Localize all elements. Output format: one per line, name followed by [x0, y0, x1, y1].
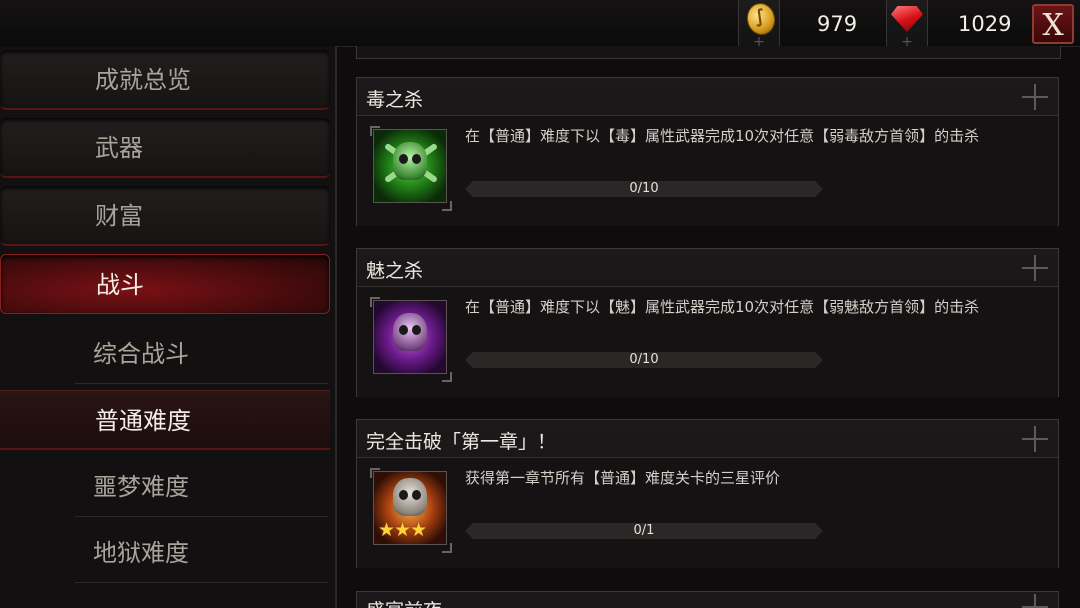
three-stars-icon: ★★★	[378, 519, 427, 541]
achievement-description: 在【普通】难度下以【毒】属性武器完成10次对任意【弱毒敌方首领】的击杀	[465, 127, 980, 145]
sidebar-subitem-normal-difficulty[interactable]: 普通难度	[0, 390, 330, 450]
achievement-description: 获得第一章节所有【普通】难度关卡的三星评价	[465, 469, 781, 487]
sidebar-subitem-hell-difficulty[interactable]: 地狱难度	[75, 523, 328, 583]
gold-amount: 979	[817, 12, 858, 36]
plus-icon	[1022, 84, 1048, 110]
previous-card-edge	[356, 46, 1061, 59]
plus-icon	[1022, 594, 1048, 608]
red-gem-icon	[891, 6, 923, 32]
progress-bar: 0/10	[465, 352, 823, 368]
achievement-card[interactable]: 完全击破「第一章」！ ★★★ 获得第一章节所有【普通】难度关卡的三星评价 0/1	[356, 419, 1059, 568]
three-star-skull-icon: ★★★	[373, 471, 447, 545]
gold-coin-icon	[743, 0, 779, 38]
close-button[interactable]: X	[1032, 4, 1074, 44]
sidebar-subitem-nightmare-difficulty[interactable]: 噩梦难度	[75, 457, 328, 517]
achievement-card-partial[interactable]: 盛宴前夜	[356, 591, 1059, 608]
plus-icon	[1022, 255, 1048, 281]
progress-bar: 0/10	[465, 181, 823, 197]
sidebar-subitem-general-combat[interactable]: 综合战斗	[75, 324, 328, 384]
progress-bar: 0/1	[465, 523, 823, 539]
progress-label: 0/10	[629, 181, 659, 196]
gems-amount: 1029	[958, 12, 1012, 36]
achievement-body: 在【普通】难度下以【魅】属性武器完成10次对任意【弱魅敌方首领】的击杀 0/10	[357, 286, 1058, 397]
sidebar-item-weapons[interactable]: 武器	[0, 118, 330, 178]
progress-label: 0/10	[629, 352, 659, 367]
achievement-title: 魅之杀	[366, 260, 424, 282]
charm-skull-icon	[373, 300, 447, 374]
sidebar-item-combat[interactable]: 战斗	[0, 254, 330, 314]
frame-corner	[442, 543, 452, 553]
top-bar: + 979 + 1029 X	[0, 0, 1080, 57]
achievement-title: 完全击破「第一章」！	[366, 431, 557, 453]
sidebar-item-overview[interactable]: 成就总览	[0, 50, 330, 110]
achievement-title: 盛宴前夜	[366, 596, 442, 608]
plus-icon	[1022, 426, 1048, 452]
achievement-list[interactable]: 毒之杀 在【普通】难度下以【毒】属性武器完成10次对任意【弱毒敌方首领】的击杀 …	[345, 46, 1080, 608]
frame-corner	[442, 201, 452, 211]
achievement-description: 在【普通】难度下以【魅】属性武器完成10次对任意【弱魅敌方首领】的击杀	[465, 298, 980, 316]
achievement-body: 在【普通】难度下以【毒】属性武器完成10次对任意【弱毒敌方首领】的击杀 0/10	[357, 115, 1058, 226]
achievement-title: 毒之杀	[366, 89, 424, 111]
progress-label: 0/1	[633, 523, 655, 538]
achievement-card[interactable]: 毒之杀 在【普通】难度下以【毒】属性武器完成10次对任意【弱毒敌方首领】的击杀 …	[356, 77, 1059, 226]
achievement-card[interactable]: 魅之杀 在【普通】难度下以【魅】属性武器完成10次对任意【弱魅敌方首领】的击杀 …	[356, 248, 1059, 397]
poison-skull-icon	[373, 129, 447, 203]
achievement-body: ★★★ 获得第一章节所有【普通】难度关卡的三星评价 0/1	[357, 457, 1058, 568]
achievement-category-sidebar: 成就总览 武器 财富 战斗 综合战斗 普通难度 噩梦难度 地狱难度	[0, 46, 337, 608]
sidebar-item-wealth[interactable]: 财富	[0, 186, 330, 246]
frame-corner	[442, 372, 452, 382]
